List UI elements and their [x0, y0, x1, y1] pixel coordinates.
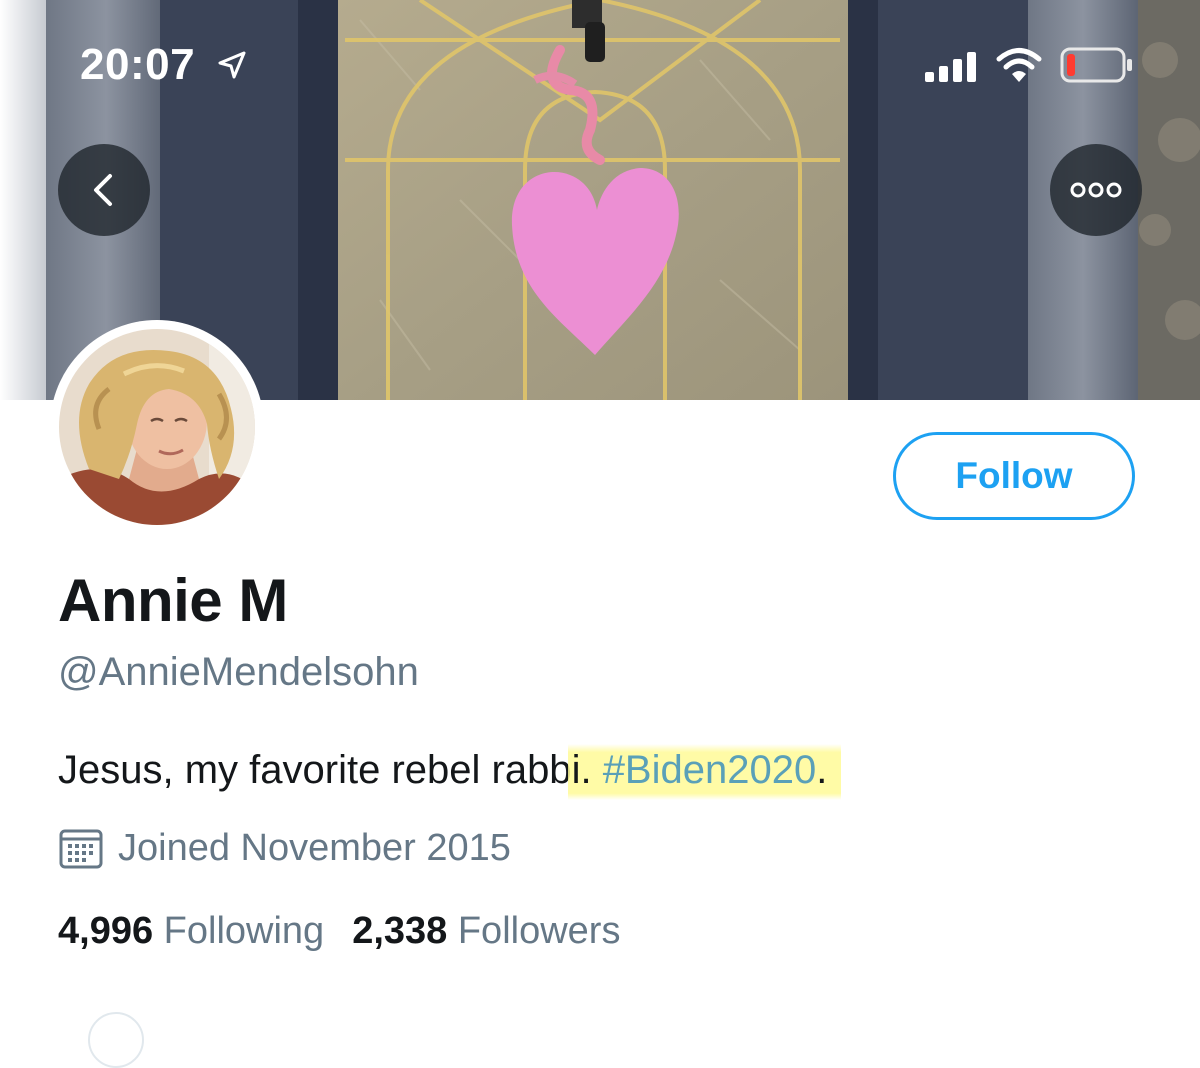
hashtag-link[interactable]: #Biden2020 [603, 748, 817, 792]
followers-label: Followers [457, 910, 621, 952]
bio-text-end: . [816, 748, 828, 792]
display-name: Annie M [58, 567, 288, 634]
status-time: 20:07 [80, 40, 196, 89]
bio-highlight: i. #Biden2020. [567, 744, 842, 800]
chevron-left-icon [94, 174, 112, 206]
following-count: 4,996 [58, 910, 154, 952]
followers-stat[interactable]: 2,338 Followers [352, 910, 620, 952]
partial-avatar [88, 1012, 144, 1068]
username-handle: @AnnieMendelsohn [58, 650, 419, 694]
profile-bio: Jesus, my favorite rebel rabbi. #Biden20… [58, 744, 842, 800]
wifi-icon [995, 46, 1043, 84]
profile-avatar[interactable] [50, 320, 264, 534]
location-arrow-icon [216, 49, 248, 81]
joined-text: Joined November 2015 [118, 826, 511, 869]
following-stat[interactable]: 4,996 Following [58, 910, 324, 952]
following-label: Following [163, 910, 325, 952]
followers-count: 2,338 [352, 910, 448, 952]
more-options-button[interactable] [1050, 144, 1142, 236]
calendar-icon [59, 829, 103, 869]
follow-stats: 4,996 Following 2,338 Followers [58, 910, 620, 953]
avatar-photo [59, 329, 255, 525]
battery-low-icon [1060, 47, 1134, 83]
join-date: Joined November 2015 [58, 826, 511, 870]
bio-text-tail: i. [571, 748, 603, 792]
follow-button[interactable]: Follow [893, 432, 1135, 520]
more-dots-icon [1070, 182, 1122, 198]
bio-text: Jesus, my favorite rebel rabb [58, 748, 572, 792]
cellular-signal-icon [925, 52, 981, 82]
back-button[interactable] [58, 144, 150, 236]
